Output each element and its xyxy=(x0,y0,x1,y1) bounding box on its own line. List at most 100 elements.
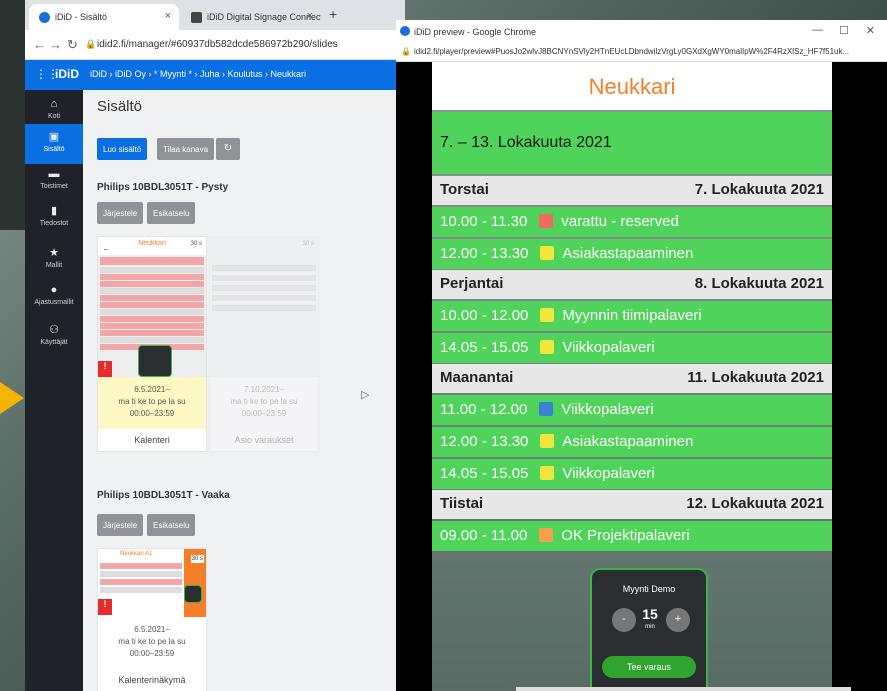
preview-button[interactable]: Esikatselu xyxy=(147,514,196,536)
event-time: 12.00 - 13.30 xyxy=(440,245,529,262)
event-color-square xyxy=(540,434,555,448)
back-icon[interactable]: ← xyxy=(33,37,46,52)
connector-favicon-icon xyxy=(191,12,202,23)
decrease-minutes-button[interactable]: - xyxy=(612,608,636,632)
day-name: Perjantai xyxy=(440,275,504,292)
day-header: Perjantai 8. Lokakuuta 2021 xyxy=(432,270,832,299)
schedule-time: 00:00–23:59 xyxy=(129,409,175,418)
reload-icon[interactable]: ↻ xyxy=(67,37,78,53)
event-color-square xyxy=(539,214,554,228)
book-button[interactable]: Tee varaus xyxy=(602,656,696,678)
tab-sisalto[interactable]: iDiD - Sisältö × xyxy=(29,4,179,30)
event-time: 14.05 - 15.05 xyxy=(440,339,529,356)
preview-button[interactable]: Esikatselu xyxy=(147,202,196,224)
sidebar-item-label: Mallit xyxy=(45,262,63,269)
sidebar-item-label: Ajastusmallit xyxy=(34,299,74,306)
event-time: 12.00 - 13.30 xyxy=(440,433,529,450)
day-name: Torstai xyxy=(440,181,489,198)
content-card-kalenterinakyma[interactable]: Neukkari A1 ← 30 s ! 6.5.2021– ma ti ke … xyxy=(97,548,207,691)
event-title: Asiakastapaaminen xyxy=(562,433,694,450)
order-channel-button[interactable]: Tilaa kanava xyxy=(157,138,215,160)
clock-icon: ● xyxy=(50,284,58,296)
schedule-info: 6.5.2021– ma ti ke to pe la su 00:00–23:… xyxy=(98,377,206,429)
card-thumbnail: Neukkari ← 30 s ! xyxy=(98,237,206,377)
event-title: varattu - reserved xyxy=(561,213,679,230)
warning-icon: ! xyxy=(98,361,112,377)
event-title: OK Projektipalaveri xyxy=(561,527,690,544)
create-content-button[interactable]: Luo sisältö xyxy=(97,138,148,160)
event-title: Asiakastapaaminen xyxy=(562,245,694,262)
mouse-cursor-icon: ▷ xyxy=(361,389,370,401)
main-content: Sisältö Luo sisältö Tilaa kanava ↻ Phili… xyxy=(83,90,405,691)
card-name: Kalenteri xyxy=(134,435,170,445)
day-name: Maanantai xyxy=(440,369,514,386)
event-title: Myynnin tiimipalaveri xyxy=(562,307,702,324)
tab-connector[interactable]: iDiD Digital Signage Connector f × xyxy=(181,4,321,30)
schedule-time: 00:00–23:59 xyxy=(129,649,175,658)
section-title: Philips 10BDL3051T - Vaaka xyxy=(97,490,230,501)
close-tab-icon[interactable]: × xyxy=(307,10,313,22)
sidebar-item-ajastusmallit[interactable]: ● Ajastusmallit xyxy=(25,284,83,324)
arrange-button[interactable]: Järjestele xyxy=(97,202,144,224)
home-icon: ⌂ xyxy=(50,98,58,110)
event-row: 09.00 - 11.00 OK Projektipalaveri xyxy=(432,521,832,551)
day-name: Tiistai xyxy=(440,495,484,512)
card-thumbnail: Neukkari A1 ← 30 s ! xyxy=(98,549,206,617)
breadcrumb[interactable]: iDiD › iDiD Oy › * Myynti * › Juha › Kou… xyxy=(90,69,306,79)
file-icon: ▮ xyxy=(50,205,58,217)
day-date: 7. Lokakuuta 2021 xyxy=(694,181,824,198)
day-header: Maanantai 11. Lokakuuta 2021 xyxy=(432,364,832,393)
star-icon: ★ xyxy=(49,247,59,259)
sidebar-item-kayttajat[interactable]: ⚇ Käyttäjät xyxy=(25,323,83,363)
schedule-dates: 6.5.2021– xyxy=(134,385,170,394)
new-tab-button[interactable]: + xyxy=(329,6,337,22)
desktop-background-window xyxy=(0,0,25,230)
schedule-info: 7.10.2021– ma ti ke to pe la su 00:00–23… xyxy=(210,377,318,429)
sidebar-item-mallit[interactable]: ★ Mallit xyxy=(25,246,83,286)
forward-icon[interactable]: → xyxy=(49,37,62,52)
schedule-dates: 6.5.2021– xyxy=(134,625,170,634)
schedule-days: ma ti ke to pe la su xyxy=(230,397,298,406)
duration-label: 30 s xyxy=(190,555,204,563)
event-title: Viikkopalaveri xyxy=(562,339,655,356)
warning-icon: ! xyxy=(98,599,112,615)
close-tab-icon[interactable]: × xyxy=(165,10,171,22)
event-color-square xyxy=(539,402,554,416)
day-header: Torstai 7. Lokakuuta 2021 xyxy=(432,176,832,205)
minutes-value: 15 xyxy=(642,606,658,622)
increase-minutes-button[interactable]: + xyxy=(666,608,690,632)
lock-icon: 🔒 xyxy=(85,39,97,49)
event-time: 09.00 - 11.00 xyxy=(440,527,528,544)
event-color-square xyxy=(539,528,554,542)
content-card-kalenteri[interactable]: Neukkari ← 30 s ! 6.5.2021– ma ti ke to … xyxy=(97,236,207,452)
event-time: 10.00 - 12.00 xyxy=(440,307,529,324)
close-icon[interactable]: ✕ xyxy=(866,24,875,37)
sidebar-item-toistimet[interactable]: ▬ Toistimet xyxy=(25,168,83,208)
content-card-asio-varaukset[interactable]: 30 s 7.10.2021– ma ti ke to pe la su 00:… xyxy=(209,236,319,452)
url-field[interactable]: idid2.fi/manager/#60937db582dcde586972b2… xyxy=(97,39,338,50)
minimize-icon[interactable]: — xyxy=(812,24,823,36)
event-time: 14.05 - 15.05 xyxy=(440,465,529,482)
event-color-square xyxy=(540,246,555,260)
booking-widget: Myynti Demo - 15 min + Tee varaus xyxy=(590,568,708,691)
app-header: ⋮⋮ iDiD iDiD › iDiD Oy › * Myynti * › Ju… xyxy=(25,60,405,90)
arrow-indicator xyxy=(0,382,24,414)
refresh-icon: ↻ xyxy=(223,143,233,154)
event-row: 12.00 - 13.30 Asiakastapaaminen xyxy=(432,239,832,269)
sidebar-item-label: Koti xyxy=(47,113,61,120)
duration-label: 30 s xyxy=(190,241,202,247)
section-title: Philips 10BDL3051T - Pysty xyxy=(97,182,229,193)
event-time: 10.00 - 11.30 xyxy=(440,213,528,230)
image-icon: ▣ xyxy=(48,131,60,143)
sidebar-item-tiedostot[interactable]: ▮ Tiedostot xyxy=(25,204,83,244)
monitor-icon: ▬ xyxy=(48,168,60,180)
preview-url[interactable]: idid2.fi/player/preview#PuosJo2wlvJ8BCNY… xyxy=(414,47,849,56)
preview-address-bar: 🔒 idid2.fi/player/preview#PuosJo2wlvJ8BC… xyxy=(396,42,887,62)
arrange-button[interactable]: Järjestele xyxy=(97,514,144,536)
maximize-icon[interactable]: ☐ xyxy=(839,24,849,37)
sidebar-item-sisalto[interactable]: ▣ Sisältö xyxy=(25,124,83,164)
idid-logo[interactable]: iDiD xyxy=(55,67,79,81)
refresh-button[interactable]: ↻ xyxy=(216,138,240,160)
room-calendar: Neukkari 7. – 13. Lokakuuta 2021 Torstai… xyxy=(432,62,832,691)
sidebar-item-label: Sisältö xyxy=(43,146,65,153)
